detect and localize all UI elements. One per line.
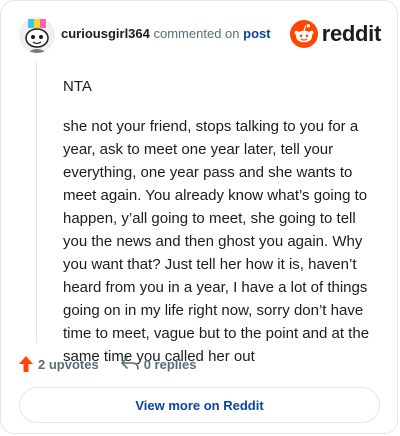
reddit-brand-link[interactable]: reddit (289, 19, 382, 49)
upvote-count: 2 upvotes (38, 356, 99, 372)
view-more-button[interactable]: View more on Reddit (19, 387, 380, 423)
avatar-snoo-icon (19, 17, 55, 53)
user-avatar[interactable] (19, 17, 55, 53)
reply-arrow-icon (120, 357, 139, 370)
byline: curiousgirl364 commented on post (61, 26, 271, 42)
comment-embed-card: curiousgirl364 commented on post reddit … (0, 0, 398, 434)
comment-actions: 2 upvotes 0 replies (19, 353, 196, 375)
comment-header: curiousgirl364 commented on post reddit (19, 17, 381, 53)
reply-button[interactable]: 0 replies (120, 356, 197, 372)
upvote-button[interactable]: 2 upvotes (19, 356, 99, 372)
comment-paragraph: NTA (63, 78, 92, 95)
thread-line (36, 61, 37, 343)
reply-count: 0 replies (143, 356, 197, 372)
post-link[interactable]: post (243, 26, 270, 41)
commented-on-text: commented on (153, 26, 240, 41)
reddit-snoo-icon (289, 20, 318, 48)
comment-paragraph: she not your friend, stops talking to yo… (63, 118, 370, 365)
arrow-up-icon (19, 356, 33, 372)
reddit-wordmark: reddit (321, 21, 382, 46)
comment-body: NTA she not your friend, stops talking t… (63, 75, 383, 368)
username-link[interactable]: curiousgirl364 (61, 26, 150, 41)
